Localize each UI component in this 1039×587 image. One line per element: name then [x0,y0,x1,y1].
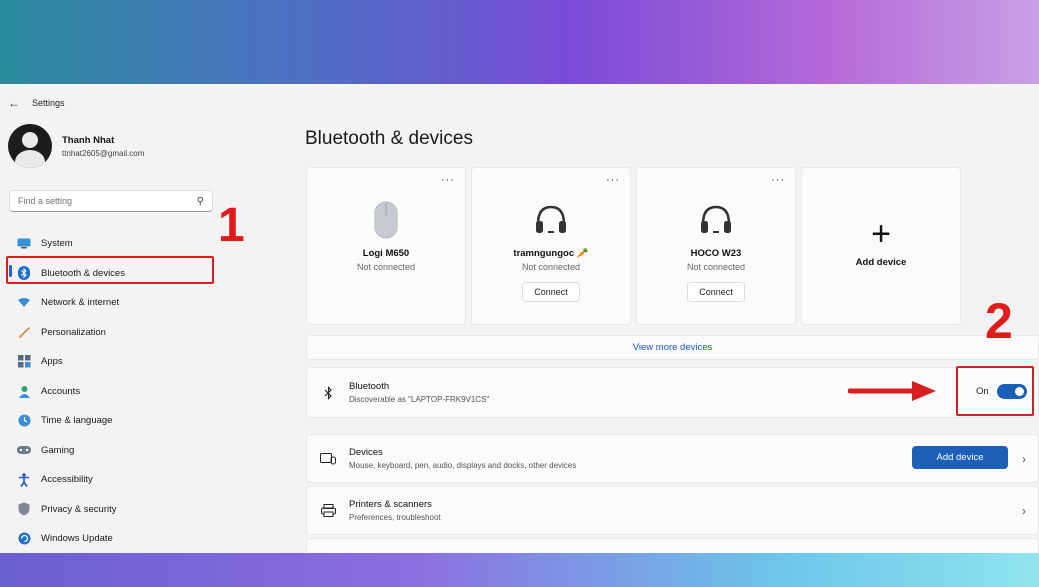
headphones-icon [698,200,734,240]
more-options-icon[interactable]: ··· [441,174,455,186]
sidebar-item-label: Time & language [41,415,113,427]
sidebar-item-accessibility[interactable]: Accessibility [9,465,213,495]
sidebar-item-system[interactable]: System [9,229,213,259]
shield-icon [17,502,31,516]
device-card[interactable]: ··· HOCO W23 Not connected Connect [636,167,796,325]
sidebar-item-label: Bluetooth & devices [41,267,125,279]
sidebar-item-personalization[interactable]: Personalization [9,318,213,348]
add-device-card-label: Add device [855,256,907,268]
search-input[interactable] [18,196,188,206]
search-icon[interactable]: ⚲ [197,196,204,207]
view-more-devices-link[interactable]: View more devices [306,335,1039,360]
active-indicator [9,265,12,277]
sidebar-item-network[interactable]: Network & internet [9,288,213,318]
device-card[interactable]: ··· Logi M650 Not connected [306,167,466,325]
sidebar-item-gaming[interactable]: Gaming [9,436,213,466]
sidebar-item-label: System [41,238,73,250]
mouse-icon [374,200,398,240]
sidebar-item-label: Apps [41,356,63,368]
sidebar-item-accounts[interactable]: Accounts [9,377,213,407]
device-status: Not connected [686,262,746,272]
profile-name: Thanh Nhat [62,134,115,146]
sidebar-item-privacy-security[interactable]: Privacy & security [9,495,213,525]
back-arrow-icon[interactable]: ← [8,97,20,109]
connect-button[interactable]: Connect [522,282,580,302]
more-options-icon[interactable]: ··· [771,174,785,186]
accessibility-icon [17,472,31,487]
background-gradient-bottom [0,553,1039,587]
bluetooth-icon [307,385,349,400]
globe-clock-icon [17,414,31,428]
printers-title: Printers & scanners [349,499,432,510]
toggle-state-label: On [976,385,989,397]
wifi-icon [17,296,31,310]
annotation-number-1: 1 [218,199,245,252]
sidebar-item-apps[interactable]: Apps [9,347,213,377]
printers-subtitle: Preferences, troubleshoot [349,513,441,522]
bluetooth-title: Bluetooth [349,381,390,392]
devices-title: Devices [349,447,383,458]
annotation-arrow-icon [848,381,936,401]
device-name: HOCO W23 [690,248,742,259]
device-status: Not connected [356,262,416,272]
window-title: Settings [32,98,65,108]
sidebar-item-label: Gaming [41,444,75,456]
headphones-icon [533,200,569,240]
sidebar-item-label: Windows Update [41,533,113,545]
chevron-right-icon[interactable]: › [1022,504,1026,518]
sidebar-item-label: Accounts [41,385,81,397]
settings-window: ← Settings Thanh Nhat ttnhat2605@gmail.c… [0,84,1039,553]
next-settings-row[interactable] [306,538,1039,553]
page-title: Bluetooth & devices [305,128,473,149]
printers-scanners-row[interactable]: Printers & scanners Preferences, trouble… [306,486,1039,535]
connect-button[interactable]: Connect [687,282,745,302]
keyboard-mouse-icon [307,452,349,465]
add-device-button[interactable]: Add device [912,446,1008,469]
bluetooth-toggle[interactable] [996,383,1027,399]
user-profile[interactable]: Thanh Nhat ttnhat2605@gmail.com [8,124,144,168]
bluetooth-icon [17,266,31,281]
annotation-number-2: 2 [985,293,1013,349]
device-cards: ··· Logi M650 Not connected ··· tramngun… [306,167,961,325]
more-options-icon[interactable]: ··· [606,174,620,186]
profile-email: ttnhat2605@gmail.com [62,148,145,158]
sidebar-item-windows-update[interactable]: Windows Update [9,524,213,553]
apps-icon [17,355,31,369]
background-gradient-top [0,0,1039,84]
add-device-card[interactable]: + Add device [801,167,961,325]
search-box[interactable]: ⚲ [9,190,213,212]
gamepad-icon [17,443,31,457]
plus-icon: + [871,214,891,253]
chevron-right-icon[interactable]: › [1022,452,1026,466]
brush-icon [17,325,31,339]
device-card[interactable]: ··· tramngungoc 🥕 Not connected Connect [471,167,631,325]
bluetooth-toggle-highlight: On [956,366,1034,416]
sidebar-item-label: Accessibility [41,474,93,486]
bluetooth-subtitle: Discoverable as "LAPTOP-FRK9V1CS" [349,395,490,404]
sidebar-item-label: Network & internet [41,297,120,309]
sidebar-item-bluetooth-devices[interactable]: Bluetooth & devices [9,259,213,289]
update-icon [17,532,31,546]
person-icon [17,384,31,398]
sidebar-nav: System Bluetooth & devices Network & int… [9,229,213,553]
sidebar-item-time-language[interactable]: Time & language [9,406,213,436]
avatar [8,124,52,168]
devices-subtitle: Mouse, keyboard, pen, audio, displays an… [349,461,577,470]
sidebar-item-label: Personalization [41,326,106,338]
device-status: Not connected [521,262,581,272]
device-name: tramngungoc 🥕 [513,248,589,259]
title-bar: ← Settings [8,96,65,110]
printer-icon [307,504,349,517]
system-icon [17,237,31,251]
sidebar-item-label: Privacy & security [41,503,117,515]
device-name: Logi M650 [362,248,410,259]
